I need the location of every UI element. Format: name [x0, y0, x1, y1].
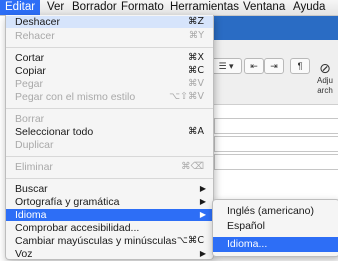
menu-separator [6, 156, 213, 157]
menu-item-label: Comprobar accesibilidad... [15, 222, 140, 234]
submenu-item-label: Inglés (americano) [227, 205, 314, 217]
menu-item-label: Pegar [15, 78, 44, 90]
attach-label-2: arch [317, 86, 333, 95]
menu-bar: Editar Ver Borrador Formato Herramientas… [0, 0, 338, 16]
idioma-submenu: Inglés (americano) Español Idioma... [212, 199, 338, 257]
shortcut-label: ⌥⌘C [176, 235, 204, 246]
menu-ver[interactable]: Ver [47, 0, 64, 15]
submenu-item-label: Idioma... [227, 238, 268, 250]
menu-separator [6, 47, 213, 48]
menu-item-deshacer[interactable]: Deshacer ⌘Z [6, 16, 213, 28]
menu-item-label: Deshacer [15, 16, 60, 28]
subject-field[interactable] [214, 154, 338, 170]
submenu-arrow-icon: ▶ [199, 184, 206, 193]
menu-herramientas[interactable]: Herramientas [170, 0, 239, 15]
menu-editar[interactable]: Editar [0, 0, 41, 15]
shortcut-label: ⌘Z [187, 16, 204, 27]
menu-item-label: Copiar [15, 65, 46, 77]
outdent-icon[interactable]: ⇤ [244, 58, 264, 74]
menu-item-eliminar[interactable]: Eliminar ⌘⌫ [6, 161, 213, 173]
menu-item-label: Seleccionar todo [15, 126, 94, 138]
paragraph-icon[interactable]: ¶ [290, 58, 310, 74]
shortcut-label: ⌘Y [188, 30, 204, 41]
ribbon-tab-bar [210, 16, 338, 40]
submenu-arrow-icon: ▶ [199, 210, 206, 219]
shortcut-label: ⌘X [187, 52, 204, 63]
menu-item-label: Borrar [15, 113, 45, 125]
attach-label: Adju [316, 76, 333, 85]
list-button[interactable]: ☰ ▾ [210, 58, 242, 74]
menu-item-idioma[interactable]: Idioma ▶ [6, 209, 213, 221]
menu-item-cortar[interactable]: Cortar ⌘X [6, 52, 213, 64]
menu-ventana[interactable]: Ventana [243, 0, 285, 15]
menu-separator [6, 108, 213, 109]
menu-item-pegar-mismo-estilo[interactable]: Pegar con el mismo estilo ⌥⇧⌘V [6, 91, 213, 103]
editar-menu: Deshacer ⌘Z Rehacer ⌘Y Cortar ⌘X Copiar … [5, 15, 214, 260]
menu-item-label: Voz [15, 248, 33, 260]
menu-item-ortografia[interactable]: Ortografía y gramática ▶ [6, 196, 213, 208]
attach-file-button[interactable]: ⊘ Adju arch [312, 60, 338, 96]
menu-item-cambiar-mayusculas[interactable]: Cambiar mayúsculas y minúsculas ⌥⌘C [6, 235, 213, 247]
submenu-arrow-icon: ▶ [199, 249, 206, 258]
submenu-item-idioma[interactable]: Idioma... [213, 237, 338, 252]
shortcut-label: ⌘⌫ [181, 161, 204, 172]
menu-formato[interactable]: Formato [121, 0, 164, 15]
submenu-item-label: Español [227, 220, 265, 232]
menu-item-comprobar-accesibilidad[interactable]: Comprobar accesibilidad... [6, 222, 213, 234]
menu-item-label: Eliminar [15, 161, 53, 173]
menu-item-label: Buscar [15, 183, 48, 195]
paperclip-icon: ⊘ [319, 60, 331, 76]
menu-ayuda[interactable]: Ayuda [293, 0, 325, 15]
submenu-arrow-icon: ▶ [199, 197, 206, 206]
menu-item-label: Ortografía y gramática [15, 196, 120, 208]
shortcut-label: ⌘A [188, 126, 204, 137]
submenu-item-ingles[interactable]: Inglés (americano) [213, 204, 338, 219]
cc-field[interactable] [214, 136, 338, 152]
menu-item-seleccionar-todo[interactable]: Seleccionar todo ⌘A [6, 126, 213, 138]
menu-borrador[interactable]: Borrador [72, 0, 117, 15]
menu-item-label: Cambiar mayúsculas y minúsculas [15, 235, 177, 247]
menu-item-pegar[interactable]: Pegar ⌘V [6, 78, 213, 90]
menu-item-buscar[interactable]: Buscar ▶ [6, 183, 213, 195]
menu-item-label: Cortar [15, 52, 45, 64]
menu-item-rehacer[interactable]: Rehacer ⌘Y [6, 30, 213, 42]
menu-item-label: Idioma [15, 209, 47, 221]
to-field[interactable] [214, 118, 338, 134]
shortcut-label: ⌥⇧⌘V [169, 91, 204, 102]
menu-item-label: Pegar con el mismo estilo [15, 91, 136, 103]
menu-item-voz[interactable]: Voz ▶ [6, 248, 213, 260]
menu-item-borrar[interactable]: Borrar [6, 113, 213, 125]
indent-icon[interactable]: ⇥ [264, 58, 284, 74]
menu-item-label: Duplicar [15, 139, 54, 151]
menu-item-duplicar[interactable]: Duplicar [6, 139, 213, 151]
menu-item-copiar[interactable]: Copiar ⌘C [6, 65, 213, 77]
shortcut-label: ⌘V [188, 78, 204, 89]
menu-separator [6, 178, 213, 179]
shortcut-label: ⌘C [187, 65, 204, 76]
submenu-item-espanol[interactable]: Español [213, 219, 338, 234]
menu-item-label: Rehacer [15, 30, 55, 42]
